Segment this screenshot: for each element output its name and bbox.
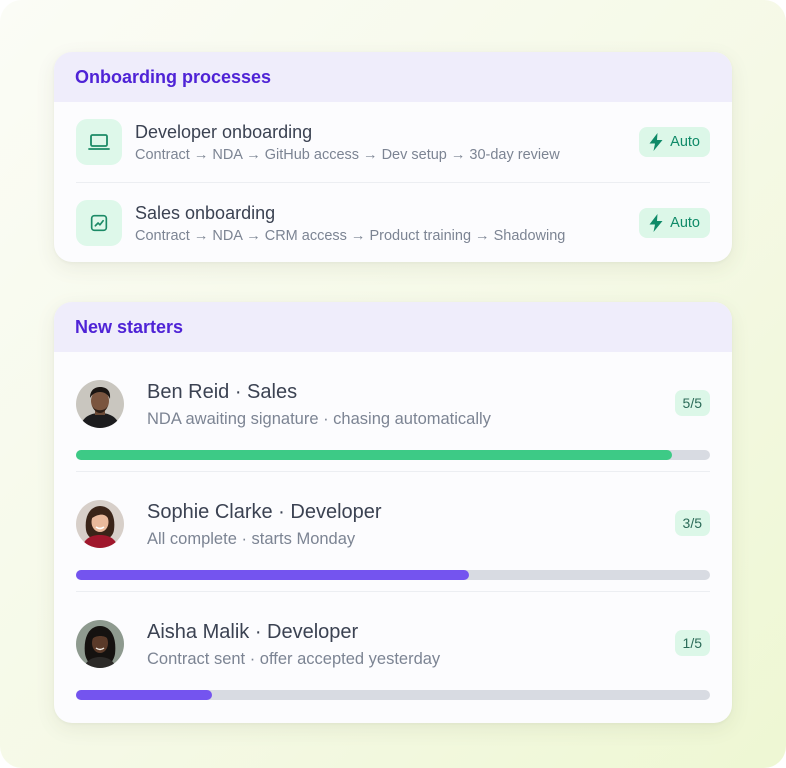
process-name: Developer onboarding [135,121,313,142]
card-title: New starters [54,302,732,352]
starter-status: NDA awaiting signature · chasing automat… [147,410,491,428]
starter-name: Aisha Malik · Developer [147,621,359,643]
lightning-icon [649,214,663,232]
auto-badge-label: Auto [670,134,700,150]
process-steps: Contract → NDA → CRM access → Product tr… [135,227,566,244]
progress-bar-fill [76,690,213,700]
progress-bar [76,450,710,460]
onboarding-dashboard: Onboarding processes Developer onboardin… [0,0,786,768]
starter-row-sophie-clarke[interactable]: Sophie Clarke · Developer All complete ·… [76,472,710,592]
auto-badge[interactable]: Auto [639,208,710,238]
avatar [76,620,124,668]
starter-row-aisha-malik[interactable]: Aisha Malik · Developer Contract sent · … [76,592,710,711]
avatar [76,380,124,428]
starter-name: Ben Reid · Sales [147,381,298,403]
progress-bar [76,690,710,700]
progress-count-badge: 1/5 [674,630,710,656]
auto-badge-label: Auto [670,215,700,231]
process-name: Sales onboarding [135,202,276,223]
process-row-developer[interactable]: Developer onboarding Contract → NDA → Gi… [76,102,710,183]
progress-count-badge: 5/5 [674,390,710,416]
process-row-sales[interactable]: Sales onboarding Contract → NDA → CRM ac… [76,183,710,262]
starter-status: All complete · starts Monday [147,530,356,548]
progress-count-badge: 3/5 [674,510,710,536]
new-starters-card: New starters Ben Reid · Sales NDA awaiti… [54,302,732,723]
laptop-icon [76,119,122,165]
progress-bar [76,570,710,580]
process-steps: Contract → NDA → GitHub access → Dev set… [135,146,560,163]
auto-badge[interactable]: Auto [639,127,710,157]
starter-status: Contract sent · offer accepted yesterday [147,650,441,668]
onboarding-processes-card: Onboarding processes Developer onboardin… [54,52,732,262]
trend-chart-icon [76,200,122,246]
avatar [76,500,124,548]
progress-bar-fill [76,570,470,580]
progress-bar-fill [76,450,672,460]
card-title: Onboarding processes [54,52,732,102]
starter-row-ben-reid[interactable]: Ben Reid · Sales NDA awaiting signature … [76,352,710,472]
lightning-icon [649,133,663,151]
starter-name: Sophie Clarke · Developer [147,501,382,523]
